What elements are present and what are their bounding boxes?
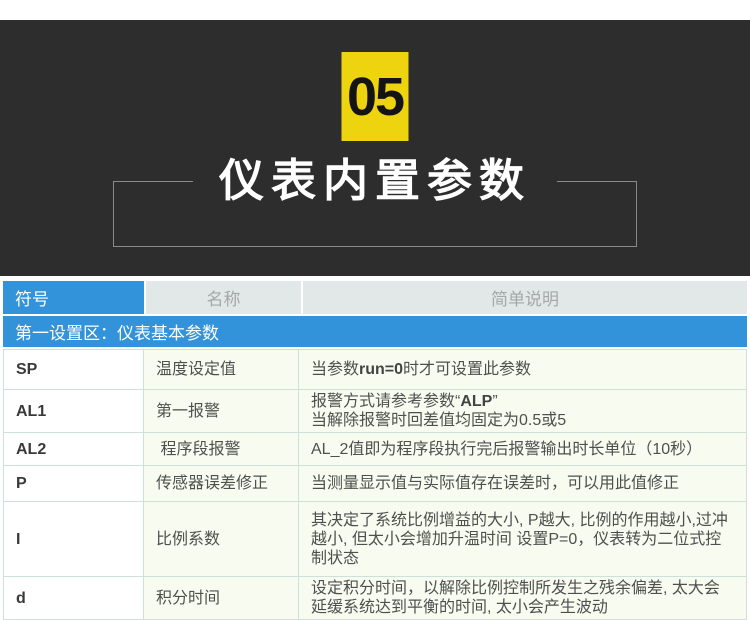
table-body: SP 温度设定值 当参数run=0时才可设置此参数 AL1 第一报警 报警方式请…	[3, 349, 747, 620]
name-cell: 比例系数	[144, 502, 299, 576]
top-white-strip	[0, 0, 750, 20]
column-header-name: 名称	[146, 281, 301, 314]
symbol-cell: AL1	[4, 390, 144, 432]
name-cell: 程序段报警	[144, 433, 299, 465]
table-row: AL1 第一报警 报警方式请参考参数“ALP” 当解除报警时回差值均固定为0.5…	[4, 389, 746, 432]
title-frame: 仪表内置参数	[113, 149, 637, 247]
description-cell: 当测量显示值与实际值存在误差时，可以用此值修正	[299, 466, 746, 501]
description-line: 当解除报警时回差值均固定为0.5或5	[311, 412, 567, 429]
symbol-cell: I	[4, 502, 144, 576]
symbol-cell: P	[4, 466, 144, 501]
table-row: I 比例系数 其决定了系统比例增益的大小, P越大, 比例的作用越小,过冲越小,…	[4, 501, 746, 576]
name-cell: 传感器误差修正	[144, 466, 299, 501]
parameters-table: 符号 名称 简单说明 第一设置区：仪表基本参数 SP 温度设定值 当参数run=…	[3, 281, 747, 620]
description-line: 其决定了系统比例增益的大小, P越大, 比例的作用越小,过冲越小, 但太小会增加…	[311, 511, 728, 567]
symbol-cell: AL2	[4, 433, 144, 465]
hero-section: 05 仪表内置参数	[0, 20, 750, 276]
description-line: 当测量显示值与实际值存在误差时，可以用此值修正	[311, 475, 680, 492]
table-row: SP 温度设定值 当参数run=0时才可设置此参数	[4, 350, 746, 389]
table-row: d 积分时间 设定积分时间，以解除比例控制所发生之残余偏差, 太大会延缓系统达到…	[4, 576, 746, 619]
section-header-row: 第一设置区：仪表基本参数	[3, 316, 747, 347]
description-cell: 其决定了系统比例增益的大小, P越大, 比例的作用越小,过冲越小, 但太小会增加…	[299, 502, 746, 576]
symbol-cell: d	[4, 577, 144, 619]
name-cell: 第一报警	[144, 390, 299, 432]
symbol-cell: SP	[4, 350, 144, 389]
name-cell: 积分时间	[144, 577, 299, 619]
table-header-row: 符号 名称 简单说明	[3, 281, 747, 314]
table-row: AL2 程序段报警 AL_2值即为程序段执行完后报警输出时长单位（10秒）	[4, 432, 746, 465]
name-cell: 温度设定值	[144, 350, 299, 389]
description-cell: AL_2值即为程序段执行完后报警输出时长单位（10秒）	[299, 433, 746, 465]
table-row: P 传感器误差修正 当测量显示值与实际值存在误差时，可以用此值修正	[4, 465, 746, 501]
description-line: 设定积分时间，以解除比例控制所发生之残余偏差, 太大会延缓系统达到平衡的时间, …	[311, 580, 720, 616]
page-title: 仪表内置参数	[192, 149, 558, 213]
description-cell: 设定积分时间，以解除比例控制所发生之残余偏差, 太大会延缓系统达到平衡的时间, …	[299, 577, 746, 619]
description-cell: 当参数run=0时才可设置此参数	[299, 350, 746, 389]
description-line: 报警方式请参考参数“ALP”	[311, 393, 498, 410]
description-line: AL_2值即为程序段执行完后报警输出时长单位（10秒）	[311, 440, 703, 458]
description-cell: 报警方式请参考参数“ALP” 当解除报警时回差值均固定为0.5或5	[299, 390, 746, 432]
column-header-symbol: 符号	[3, 281, 144, 314]
chapter-number: 05	[346, 66, 405, 127]
chapter-number-badge: 05	[341, 52, 409, 141]
section-title: 第一设置区：仪表基本参数	[15, 324, 219, 343]
description-line: 当参数run=0时才可设置此参数	[311, 361, 532, 378]
column-header-description: 简单说明	[303, 281, 747, 314]
